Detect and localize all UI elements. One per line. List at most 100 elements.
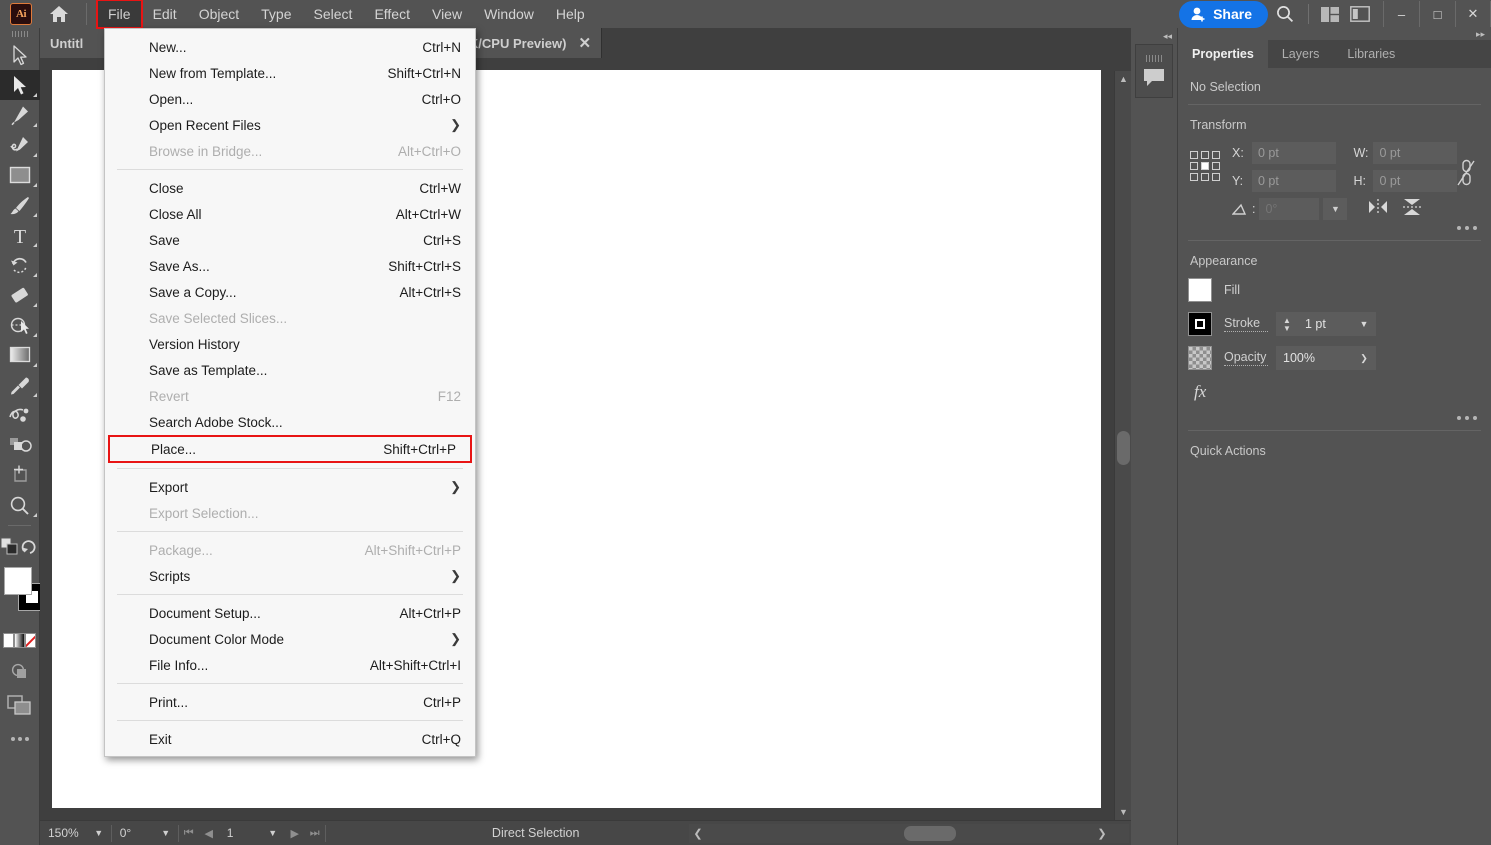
tool-symbol-sprayer[interactable] bbox=[0, 430, 40, 460]
menu-option-search-adobe-stock[interactable]: Search Adobe Stock... bbox=[105, 409, 475, 435]
tool-curvature[interactable] bbox=[0, 130, 40, 160]
menu-option-save-as[interactable]: Save As... Shift+Ctrl+S bbox=[105, 253, 475, 279]
maximize-button[interactable]: □ bbox=[1419, 1, 1455, 27]
stroke-width-dropdown-icon[interactable]: ▼ bbox=[1352, 312, 1376, 336]
menu-option-new-from-template[interactable]: New from Template... Shift+Ctrl+N bbox=[105, 60, 475, 86]
menu-option-open-recent-files[interactable]: Open Recent Files ❯ bbox=[105, 112, 475, 138]
menu-option-close-all[interactable]: Close All Alt+Ctrl+W bbox=[105, 201, 475, 227]
angle-dropdown-icon[interactable]: ▼ bbox=[1323, 198, 1348, 220]
share-button[interactable]: Share bbox=[1179, 0, 1268, 28]
appearance-more-options-icon[interactable] bbox=[1188, 410, 1481, 430]
h-input[interactable] bbox=[1373, 170, 1458, 192]
comments-panel-button[interactable] bbox=[1135, 44, 1173, 98]
zoom-field[interactable]: 150% ▼ bbox=[40, 823, 111, 843]
home-icon[interactable] bbox=[46, 1, 72, 27]
scroll-left-icon[interactable]: ❮ bbox=[689, 824, 707, 843]
menu-option-save-as-template[interactable]: Save as Template... bbox=[105, 357, 475, 383]
menu-option-exit[interactable]: Exit Ctrl+Q bbox=[105, 726, 475, 752]
screen-mode-icon[interactable] bbox=[0, 686, 40, 726]
tool-paintbrush[interactable] bbox=[0, 190, 40, 220]
anchor-cell[interactable] bbox=[1190, 162, 1198, 170]
opacity-swatch[interactable] bbox=[1188, 346, 1212, 370]
artboard-number[interactable]: 1 bbox=[219, 826, 261, 840]
menu-item-window[interactable]: Window bbox=[473, 0, 545, 28]
toolbar-more-options-icon[interactable] bbox=[0, 726, 40, 752]
anchor-cell[interactable] bbox=[1212, 162, 1220, 170]
fx-button[interactable]: fx bbox=[1188, 380, 1481, 410]
rotation-dropdown-icon[interactable]: ▼ bbox=[154, 824, 178, 843]
next-artboard-icon[interactable]: ▶ bbox=[285, 824, 305, 843]
menu-item-file[interactable]: File bbox=[96, 0, 143, 29]
menu-item-select[interactable]: Select bbox=[303, 0, 364, 28]
y-input[interactable] bbox=[1252, 170, 1336, 192]
default-fill-stroke-icon[interactable] bbox=[20, 531, 39, 561]
tab-libraries[interactable]: Libraries bbox=[1333, 40, 1409, 68]
artboard-dropdown-icon[interactable]: ▼ bbox=[261, 824, 285, 843]
vertical-scrollbar[interactable]: ▲ ▼ bbox=[1114, 71, 1131, 820]
tool-type[interactable]: T bbox=[0, 220, 40, 250]
anchor-cell[interactable] bbox=[1212, 173, 1220, 181]
search-icon[interactable] bbox=[1268, 0, 1302, 28]
workspace-switcher-icon[interactable] bbox=[1345, 0, 1375, 28]
constrain-proportions-icon[interactable] bbox=[1455, 158, 1477, 193]
gradient-button[interactable] bbox=[14, 633, 25, 648]
color-button[interactable] bbox=[3, 633, 14, 648]
menu-option-scripts[interactable]: Scripts ❯ bbox=[105, 563, 475, 589]
first-artboard-icon[interactable]: ⏮ bbox=[179, 824, 199, 843]
vertical-scroll-thumb[interactable] bbox=[1117, 431, 1130, 465]
tool-zoom[interactable] bbox=[0, 490, 40, 520]
menu-option-new[interactable]: New... Ctrl+N bbox=[105, 34, 475, 60]
stroke-color-swatch[interactable] bbox=[1188, 312, 1212, 336]
tool-eyedropper[interactable] bbox=[0, 370, 40, 400]
tool-direct-selection[interactable] bbox=[0, 70, 40, 100]
transform-more-options-icon[interactable] bbox=[1188, 220, 1481, 240]
horizontal-scrollbar[interactable]: ❮ ❯ bbox=[689, 824, 1129, 843]
previous-artboard-icon[interactable]: ◀ bbox=[199, 824, 219, 843]
drawing-mode-icon[interactable] bbox=[0, 656, 40, 686]
tool-rotate[interactable] bbox=[0, 250, 40, 280]
minimize-button[interactable]: – bbox=[1383, 1, 1419, 27]
menu-item-effect[interactable]: Effect bbox=[363, 0, 421, 28]
tool-eraser[interactable] bbox=[0, 280, 40, 310]
anchor-cell[interactable] bbox=[1190, 173, 1198, 181]
scroll-right-icon[interactable]: ❯ bbox=[1093, 824, 1111, 843]
tool-gradient[interactable] bbox=[0, 340, 40, 370]
menu-item-view[interactable]: View bbox=[421, 0, 473, 28]
anchor-cell[interactable] bbox=[1212, 151, 1220, 159]
close-button[interactable]: ✕ bbox=[1455, 1, 1491, 27]
menu-option-version-history[interactable]: Version History bbox=[105, 331, 475, 357]
opacity-expand-icon[interactable]: ❯ bbox=[1352, 346, 1376, 370]
menu-item-type[interactable]: Type bbox=[250, 0, 302, 28]
fill-color-swatch[interactable] bbox=[1188, 278, 1212, 302]
anchor-cell[interactable] bbox=[1190, 151, 1198, 159]
zoom-dropdown-icon[interactable]: ▼ bbox=[87, 824, 111, 843]
toolbar-grip[interactable] bbox=[0, 28, 39, 40]
menu-option-close[interactable]: Close Ctrl+W bbox=[105, 175, 475, 201]
fill-swatch[interactable] bbox=[4, 567, 32, 595]
properties-collapse-icon[interactable]: ▸▸ bbox=[1178, 28, 1491, 40]
w-input[interactable] bbox=[1373, 142, 1458, 164]
angle-input[interactable] bbox=[1259, 198, 1320, 220]
opacity-input[interactable] bbox=[1276, 346, 1352, 370]
menu-item-object[interactable]: Object bbox=[188, 0, 250, 28]
menu-option-file-info[interactable]: File Info... Alt+Shift+Ctrl+I bbox=[105, 652, 475, 678]
tool-shape-builder[interactable] bbox=[0, 310, 40, 340]
menu-option-save-a-copy[interactable]: Save a Copy... Alt+Ctrl+S bbox=[105, 279, 475, 305]
menu-option-open[interactable]: Open... Ctrl+O bbox=[105, 86, 475, 112]
scroll-up-icon[interactable]: ▲ bbox=[1115, 71, 1132, 87]
fill-stroke-swap-icon[interactable] bbox=[0, 531, 20, 561]
tool-blend[interactable] bbox=[0, 400, 40, 430]
menu-option-print[interactable]: Print... Ctrl+P bbox=[105, 689, 475, 715]
document-tab-close-icon[interactable]: ✕ bbox=[578, 34, 591, 52]
menu-option-export[interactable]: Export ❯ bbox=[105, 474, 475, 500]
menu-option-document-setup[interactable]: Document Setup... Alt+Ctrl+P bbox=[105, 600, 475, 626]
anchor-cell[interactable] bbox=[1201, 173, 1209, 181]
tool-selection[interactable] bbox=[0, 40, 40, 70]
menu-option-document-color-mode[interactable]: Document Color Mode ❯ bbox=[105, 626, 475, 652]
anchor-cell-center[interactable] bbox=[1201, 162, 1209, 170]
menu-option-place[interactable]: Place... Shift+Ctrl+P bbox=[108, 435, 472, 463]
horizontal-scroll-thumb[interactable] bbox=[904, 826, 956, 841]
last-artboard-icon[interactable]: ⏭ bbox=[305, 824, 325, 843]
menu-option-save[interactable]: Save Ctrl+S bbox=[105, 227, 475, 253]
tool-pen[interactable] bbox=[0, 100, 40, 130]
